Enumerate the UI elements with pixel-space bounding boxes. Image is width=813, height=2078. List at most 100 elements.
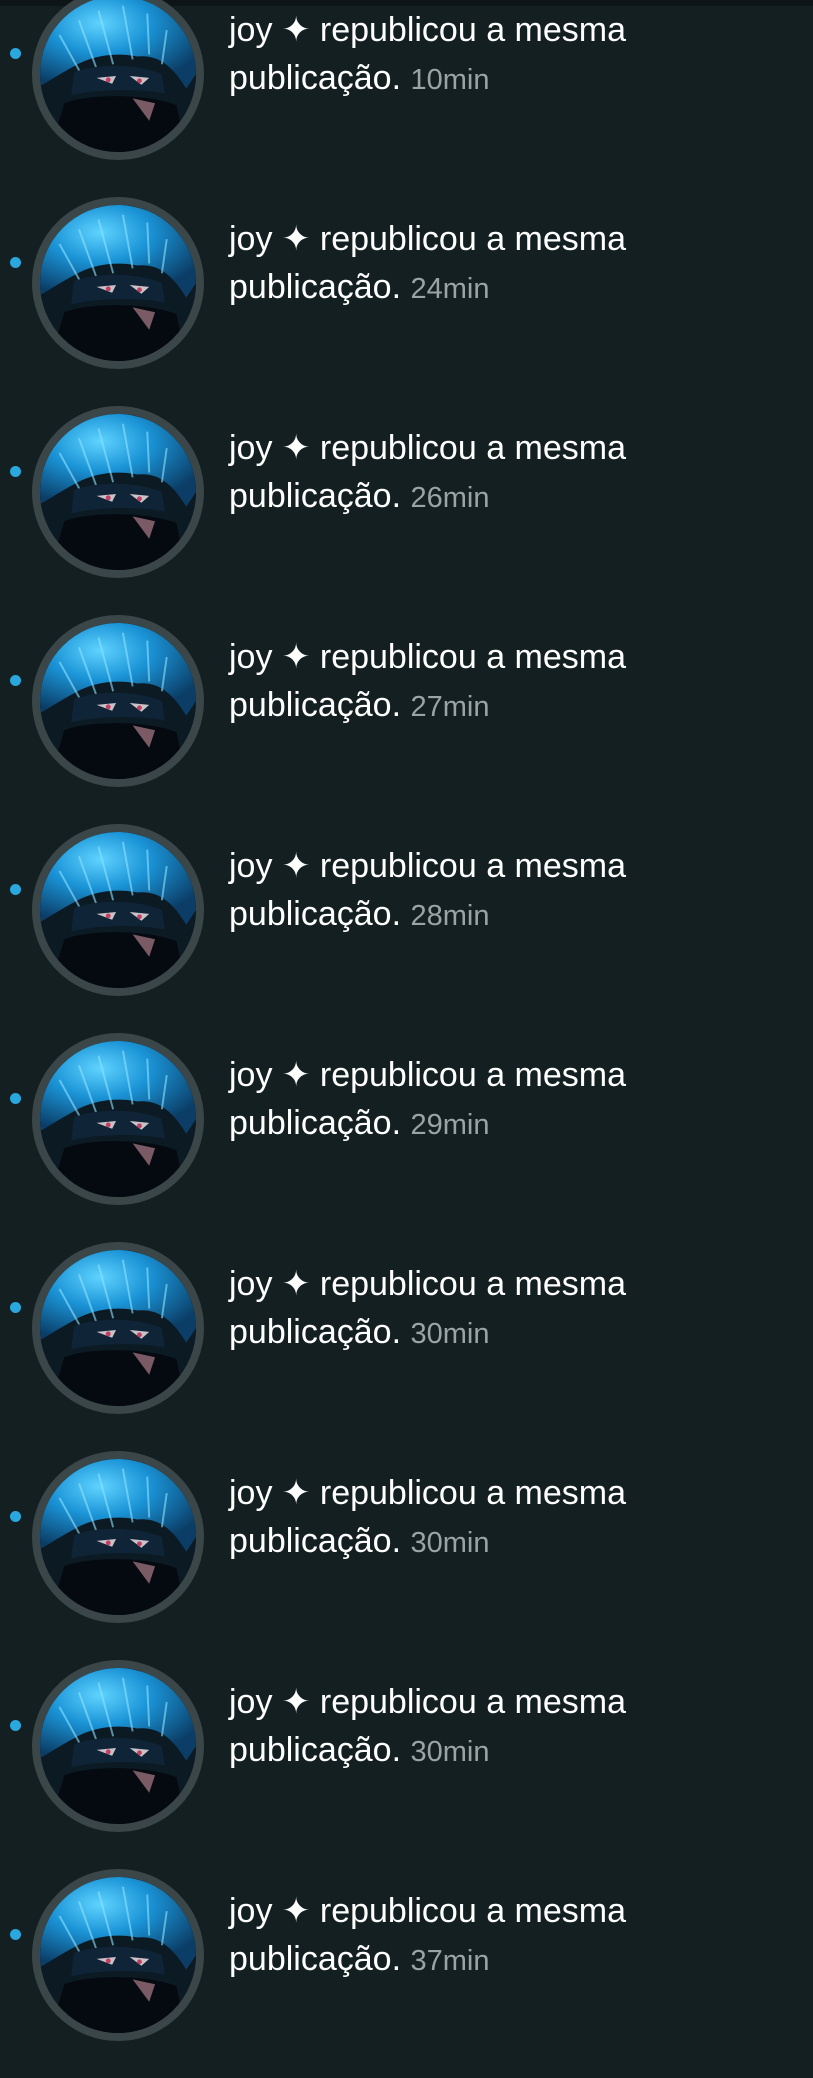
notification-object: publicação. [229,1522,402,1560]
notification-item[interactable]: joy ✦ republicou a mesma publicação. 24m… [0,197,813,406]
profile-avatar-icon[interactable] [32,1660,204,1832]
actor-name[interactable]: joy [229,11,272,49]
timestamp: 37min [410,1945,490,1977]
avatar-image [40,1250,196,1406]
profile-avatar-icon[interactable] [32,1451,204,1623]
unread-indicator [10,884,21,895]
notification-object: publicação. [229,1940,402,1978]
notification-item[interactable]: joy ✦ republicou a mesma publicação. 30m… [0,1242,813,1451]
unread-indicator [10,466,21,477]
notification-item[interactable]: joy ✦ republicou a mesma publicação. 26m… [0,406,813,615]
notification-object: publicação. [229,895,402,933]
actor-name[interactable]: joy [229,1683,272,1721]
notification-action: republicou a mesma [310,847,627,885]
unread-indicator [10,1929,21,1940]
star-badge-icon: ✦ [281,11,311,49]
notification-object: publicação. [229,1731,402,1769]
actor-name[interactable]: joy [229,1474,272,1512]
star-badge-icon: ✦ [281,847,311,885]
actor-name[interactable]: joy [229,429,272,467]
avatar-image [40,1877,196,2033]
profile-avatar-icon[interactable] [32,406,204,578]
timestamp: 30min [410,1736,490,1768]
timestamp: 24min [410,273,490,305]
timestamp: 28min [410,900,490,932]
star-badge-icon: ✦ [281,429,311,467]
notification-object: publicação. [229,268,402,306]
actor-name[interactable]: joy [229,847,272,885]
notification-action: republicou a mesma [310,638,627,676]
notification-text: joy ✦ republicou a mesma publicação. 24m… [229,215,789,313]
actor-name[interactable]: joy [229,1892,272,1930]
actor-name[interactable]: joy [229,638,272,676]
avatar-image [40,1041,196,1197]
star-badge-icon: ✦ [281,638,311,676]
notification-object: publicação. [229,686,402,724]
notification-text: joy ✦ republicou a mesma publicação. 30m… [229,1678,789,1776]
avatar-image [40,0,196,152]
profile-avatar-icon[interactable] [32,1033,204,1205]
actor-name[interactable]: joy [229,1265,272,1303]
unread-indicator [10,1511,21,1522]
unread-indicator [10,675,21,686]
notification-item[interactable]: joy ✦ republicou a mesma publicação. 30m… [0,1660,813,1869]
notification-text: joy ✦ republicou a mesma publicação. 28m… [229,842,789,940]
notification-text: joy ✦ republicou a mesma publicação. 30m… [229,1260,789,1358]
notification-action: republicou a mesma [310,220,627,258]
notification-text: joy ✦ republicou a mesma publicação. 27m… [229,633,789,731]
notification-action: republicou a mesma [310,1892,627,1930]
star-badge-icon: ✦ [281,1892,311,1930]
notification-item[interactable]: joy ✦ republicou a mesma publicação. 37m… [0,1869,813,2078]
notification-text: joy ✦ republicou a mesma publicação. 37m… [229,1887,789,1985]
unread-indicator [10,1720,21,1731]
notification-action: republicou a mesma [310,11,627,49]
star-badge-icon: ✦ [281,1056,311,1094]
notification-action: republicou a mesma [310,1474,627,1512]
notification-object: publicação. [229,477,402,515]
avatar-image [40,205,196,361]
profile-avatar-icon[interactable] [32,1869,204,2041]
notification-action: republicou a mesma [310,1683,627,1721]
star-badge-icon: ✦ [281,1265,311,1303]
notification-object: publicação. [229,1313,402,1351]
avatar-image [40,623,196,779]
avatar-image [40,832,196,988]
notification-object: publicação. [229,1104,402,1142]
avatar-image [40,1459,196,1615]
timestamp: 26min [410,482,490,514]
notification-item[interactable]: joy ✦ republicou a mesma publicação. 27m… [0,615,813,824]
profile-avatar-icon[interactable] [32,824,204,996]
star-badge-icon: ✦ [281,220,311,258]
timestamp: 27min [410,691,490,723]
notification-object: publicação. [229,59,402,97]
notification-item[interactable]: joy ✦ republicou a mesma publicação. 28m… [0,824,813,1033]
avatar-image [40,1668,196,1824]
timestamp: 30min [410,1527,490,1559]
notification-text: joy ✦ republicou a mesma publicação. 29m… [229,1051,789,1149]
notification-action: republicou a mesma [310,1265,627,1303]
notification-item[interactable]: joy ✦ republicou a mesma publicação. 10m… [0,0,813,197]
notification-item[interactable]: joy ✦ republicou a mesma publicação. 30m… [0,1451,813,1660]
profile-avatar-icon[interactable] [32,1242,204,1414]
timestamp: 30min [410,1318,490,1350]
notification-item[interactable]: joy ✦ republicou a mesma publicação. 29m… [0,1033,813,1242]
unread-indicator [10,1093,21,1104]
notification-text: joy ✦ republicou a mesma publicação. 10m… [229,6,789,104]
unread-indicator [10,257,21,268]
profile-avatar-icon[interactable] [32,0,204,160]
star-badge-icon: ✦ [281,1683,311,1721]
avatar-image [40,414,196,570]
actor-name[interactable]: joy [229,1056,272,1094]
notification-text: joy ✦ republicou a mesma publicação. 30m… [229,1469,789,1567]
notification-text: joy ✦ republicou a mesma publicação. 26m… [229,424,789,522]
profile-avatar-icon[interactable] [32,197,204,369]
star-badge-icon: ✦ [281,1474,311,1512]
notification-action: republicou a mesma [310,1056,627,1094]
timestamp: 10min [410,64,490,96]
unread-indicator [10,48,21,59]
profile-avatar-icon[interactable] [32,615,204,787]
notification-action: republicou a mesma [310,429,627,467]
timestamp: 29min [410,1109,490,1141]
actor-name[interactable]: joy [229,220,272,258]
unread-indicator [10,1302,21,1313]
